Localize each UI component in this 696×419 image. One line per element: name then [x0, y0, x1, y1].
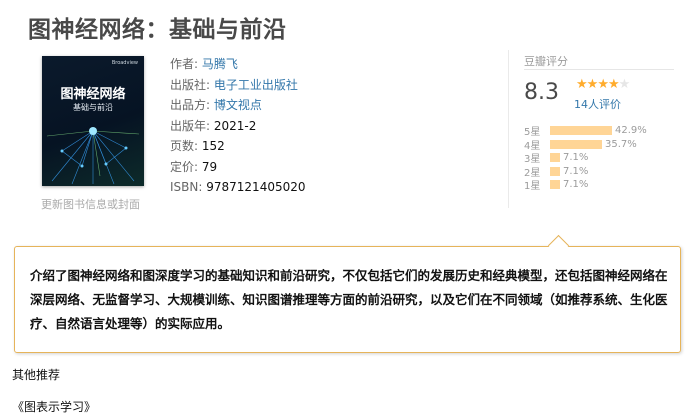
rating-label: 豆瓣评分: [524, 55, 568, 68]
recommended-book[interactable]: 《图表示学习》: [12, 398, 96, 415]
rating-bar-percent: 7.1%: [563, 179, 589, 191]
rating-bar-row: 3星 7.1%: [524, 151, 647, 165]
rating-bar-row: 4星 35.7%: [524, 138, 647, 152]
star-filled-icon: ★: [607, 77, 620, 92]
rating-distribution: 5星 42.9% 4星 35.7% 3星 7.1% 2星 7.1% 1星 7.1%: [524, 124, 647, 192]
rating-bar-fill: [550, 166, 560, 176]
price-label: 定价:: [170, 159, 199, 174]
publisher-link[interactable]: 电子工业出版社: [214, 78, 298, 92]
star-filled-icon: ★: [586, 77, 599, 92]
rating-bar-fill: [550, 139, 602, 149]
producer-label: 出品方:: [170, 98, 211, 112]
star-filled-icon: ★: [597, 77, 609, 92]
year-value: 2021-2: [213, 118, 257, 133]
rating-bar-fill: [550, 180, 560, 190]
star-filled-icon: ★: [576, 77, 588, 92]
rating-bar-fill: [550, 153, 560, 163]
cover-title: 图神经网络: [60, 87, 126, 102]
update-book-info-link[interactable]: 更新图书信息或封面: [41, 196, 140, 212]
pages-label: 页数:: [170, 139, 199, 153]
cover-subtitle: 基础与前沿: [73, 103, 113, 112]
rating-bar-row: 2星 7.1%: [524, 165, 647, 179]
star-empty-icon: ★: [618, 77, 631, 92]
page-title: 图神经网络：基础与前沿: [28, 17, 287, 43]
rating-bar-percent: 42.9%: [615, 125, 647, 137]
divider: [508, 50, 509, 208]
producer-link[interactable]: 博文视点: [214, 98, 262, 112]
rating-bar-row: 5星 42.9%: [524, 124, 647, 138]
isbn-label: ISBN:: [170, 180, 203, 194]
pages-value: 152: [201, 139, 225, 153]
rating-bar-fill: [550, 126, 612, 136]
isbn-value: 9787121405020: [206, 180, 306, 194]
other-recommendations-heading: 其他推荐: [12, 368, 61, 382]
rating-score: 8.3: [524, 80, 559, 105]
rating-bar-percent: 7.1%: [563, 152, 589, 164]
rating-divider: [524, 69, 674, 70]
rating-bar-row: 1星 7.1%: [524, 178, 647, 192]
author-link[interactable]: 马腾飞: [202, 57, 238, 71]
publisher-label: 出版社:: [170, 77, 211, 92]
price-value: 79: [201, 159, 218, 174]
author-label: 作者:: [170, 57, 199, 71]
rating-bar-label: 1星: [524, 181, 541, 193]
rating-count-link[interactable]: 14人评价: [574, 96, 621, 112]
rating-bar-percent: 7.1%: [563, 165, 589, 177]
cover-network-graphic: [46, 127, 140, 185]
year-label: 出版年:: [170, 118, 211, 133]
rating-stars: ★★★★★: [576, 77, 631, 92]
rating-bar-percent: 35.7%: [605, 138, 637, 150]
book-info: 作者: 马腾飞 出版社: 电子工业出版社 出品方: 博文视点 出版年: 2021…: [170, 54, 306, 198]
book-cover[interactable]: Broadview 图神经网络 基础与前沿: [42, 56, 144, 186]
cover-publisher-mark: Broadview: [111, 60, 138, 66]
book-description: 介绍了图神经网络和图深度学习的基础知识和前沿研究，不仅包括它们的发展历史和经典模…: [30, 268, 668, 331]
